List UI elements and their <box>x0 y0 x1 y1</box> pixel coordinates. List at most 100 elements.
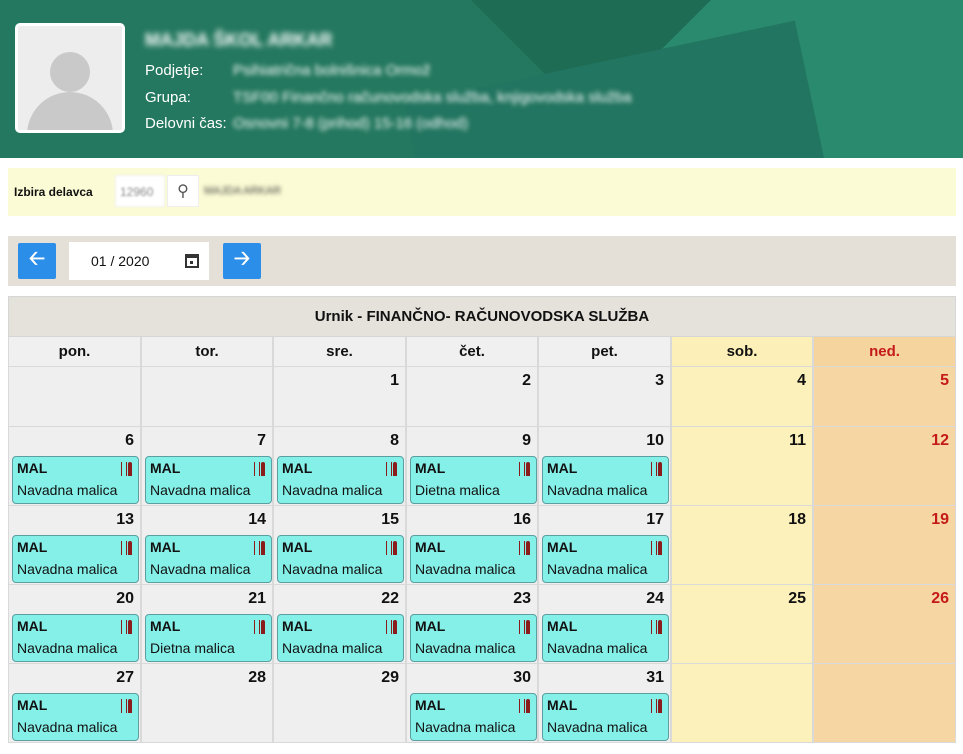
event-description: Navadna malica <box>17 561 118 577</box>
day-number: 7 <box>257 432 266 449</box>
meal-event[interactable]: MAL Navadna malica <box>12 535 139 583</box>
calendar-day-cell[interactable]: 18 <box>671 506 813 585</box>
day-number: 22 <box>381 590 399 607</box>
calendar-day-cell[interactable]: 17 MAL Navadna malica <box>538 506 671 585</box>
day-header: tor. <box>141 337 273 367</box>
calendar-day-cell[interactable]: 16 MAL Navadna malica <box>406 506 538 585</box>
calendar-day-cell[interactable]: 4 <box>671 367 813 427</box>
calendar-day-cell[interactable]: 6 MAL Navadna malica <box>8 427 141 506</box>
fork-knife-icon <box>650 462 663 476</box>
day-number: 2 <box>522 372 531 389</box>
event-description: Navadna malica <box>282 482 383 498</box>
calendar-day-cell[interactable]: 30 MAL Navadna malica <box>406 664 538 743</box>
event-description: Navadna malica <box>415 561 516 577</box>
meal-event[interactable]: MAL Navadna malica <box>542 456 669 504</box>
day-header: sre. <box>273 337 406 367</box>
day-header: sob. <box>671 337 813 367</box>
day-header: pon. <box>8 337 141 367</box>
calendar-day-cell[interactable]: 23 MAL Navadna malica <box>406 585 538 664</box>
day-number: 18 <box>788 511 806 528</box>
calendar-day-cell[interactable]: 24 MAL Navadna malica <box>538 585 671 664</box>
calendar-day-cell[interactable]: 19 <box>813 506 956 585</box>
month-navigation: 🡠 01 / 2020 🡢 <box>8 236 956 286</box>
calendar-day-cell[interactable]: 8 MAL Navadna malica <box>273 427 406 506</box>
event-code: MAL <box>415 697 446 713</box>
calendar-day-cell[interactable]: 7 MAL Navadna malica <box>141 427 273 506</box>
calendar-day-cell[interactable] <box>141 367 273 427</box>
calendar-day-cell[interactable] <box>8 367 141 427</box>
calendar-day-cell[interactable]: 28 <box>141 664 273 743</box>
employee-id-input[interactable]: 12960 <box>115 175 165 207</box>
calendar-day-cell[interactable]: 29 <box>273 664 406 743</box>
calendar-day-cell[interactable] <box>813 664 956 743</box>
day-header: čet. <box>406 337 538 367</box>
meal-event[interactable]: MAL Navadna malica <box>12 693 139 741</box>
info-label: Grupa: <box>145 89 191 106</box>
info-row-worktime: Delovni čas: Osnovni 7-8 (prihod) 15-16 (… <box>145 115 468 132</box>
calendar-day-cell[interactable]: 9 MAL Dietna malica <box>406 427 538 506</box>
fork-knife-icon <box>253 541 266 555</box>
meal-event[interactable]: MAL Dietna malica <box>145 614 272 662</box>
meal-event[interactable]: MAL Navadna malica <box>542 535 669 583</box>
event-code: MAL <box>547 697 578 713</box>
day-header: pet. <box>538 337 671 367</box>
calendar-day-cell[interactable]: 25 <box>671 585 813 664</box>
day-number: 27 <box>116 669 134 686</box>
calendar-day-cell[interactable]: 2 <box>406 367 538 427</box>
arrow-left-icon: 🡠 <box>28 248 46 270</box>
prev-month-button[interactable]: 🡠 <box>18 243 56 279</box>
day-header: ned. <box>813 337 956 367</box>
calendar-icon[interactable] <box>185 254 199 268</box>
day-number <box>816 666 953 691</box>
day-number: 21 <box>248 590 266 607</box>
fork-knife-icon <box>385 462 398 476</box>
calendar-day-cell[interactable]: 14 MAL Navadna malica <box>141 506 273 585</box>
calendar-day-cell[interactable]: 11 <box>671 427 813 506</box>
calendar-day-cell[interactable] <box>671 664 813 743</box>
meal-event[interactable]: MAL Navadna malica <box>277 614 404 662</box>
calendar-day-cell[interactable]: 5 <box>813 367 956 427</box>
fork-knife-icon <box>120 620 133 634</box>
calendar-day-cell[interactable]: 10 MAL Navadna malica <box>538 427 671 506</box>
meal-event[interactable]: MAL Navadna malica <box>542 693 669 741</box>
meal-event[interactable]: MAL Navadna malica <box>12 614 139 662</box>
fork-knife-icon <box>518 541 531 555</box>
calendar-day-cell[interactable]: 3 <box>538 367 671 427</box>
avatar <box>15 23 125 133</box>
calendar-day-cell[interactable]: 27 MAL Navadna malica <box>8 664 141 743</box>
day-number: 17 <box>646 511 664 528</box>
month-picker[interactable]: 01 / 2020 <box>69 242 209 280</box>
meal-event[interactable]: MAL Navadna malica <box>410 614 537 662</box>
info-row-company: Podjetje: Psihiatrična bolnišnica Ormož <box>145 62 431 79</box>
meal-event[interactable]: MAL Navadna malica <box>277 456 404 504</box>
meal-event[interactable]: MAL Dietna malica <box>410 456 537 504</box>
calendar-day-cell[interactable]: 20 MAL Navadna malica <box>8 585 141 664</box>
calendar-day-cell[interactable]: 13 MAL Navadna malica <box>8 506 141 585</box>
calendar-day-cell[interactable]: 31 MAL Navadna malica <box>538 664 671 743</box>
day-number: 10 <box>646 432 664 449</box>
calendar-day-cell[interactable]: 26 <box>813 585 956 664</box>
event-description: Navadna malica <box>282 640 383 656</box>
meal-event[interactable]: MAL Navadna malica <box>145 456 272 504</box>
meal-event[interactable]: MAL Navadna malica <box>410 535 537 583</box>
calendar-day-cell[interactable]: 22 MAL Navadna malica <box>273 585 406 664</box>
event-description: Navadna malica <box>282 561 383 577</box>
calendar-day-cell[interactable]: 1 <box>273 367 406 427</box>
day-number: 4 <box>797 372 806 389</box>
employee-selector: Izbira delavca 12960 ⚲ MAJDA ARKAR <box>8 168 956 216</box>
day-number: 12 <box>931 432 949 449</box>
search-button[interactable]: ⚲ <box>167 175 199 207</box>
meal-event[interactable]: MAL Navadna malica <box>410 693 537 741</box>
meal-event[interactable]: MAL Navadna malica <box>542 614 669 662</box>
event-code: MAL <box>150 539 181 555</box>
next-month-button[interactable]: 🡢 <box>223 243 261 279</box>
fork-knife-icon <box>120 699 133 713</box>
calendar-day-cell[interactable]: 12 <box>813 427 956 506</box>
calendar-day-cell[interactable]: 21 MAL Dietna malica <box>141 585 273 664</box>
event-description: Navadna malica <box>547 482 648 498</box>
meal-event[interactable]: MAL Navadna malica <box>277 535 404 583</box>
event-description: Navadna malica <box>547 561 648 577</box>
meal-event[interactable]: MAL Navadna malica <box>12 456 139 504</box>
calendar-day-cell[interactable]: 15 MAL Navadna malica <box>273 506 406 585</box>
meal-event[interactable]: MAL Navadna malica <box>145 535 272 583</box>
